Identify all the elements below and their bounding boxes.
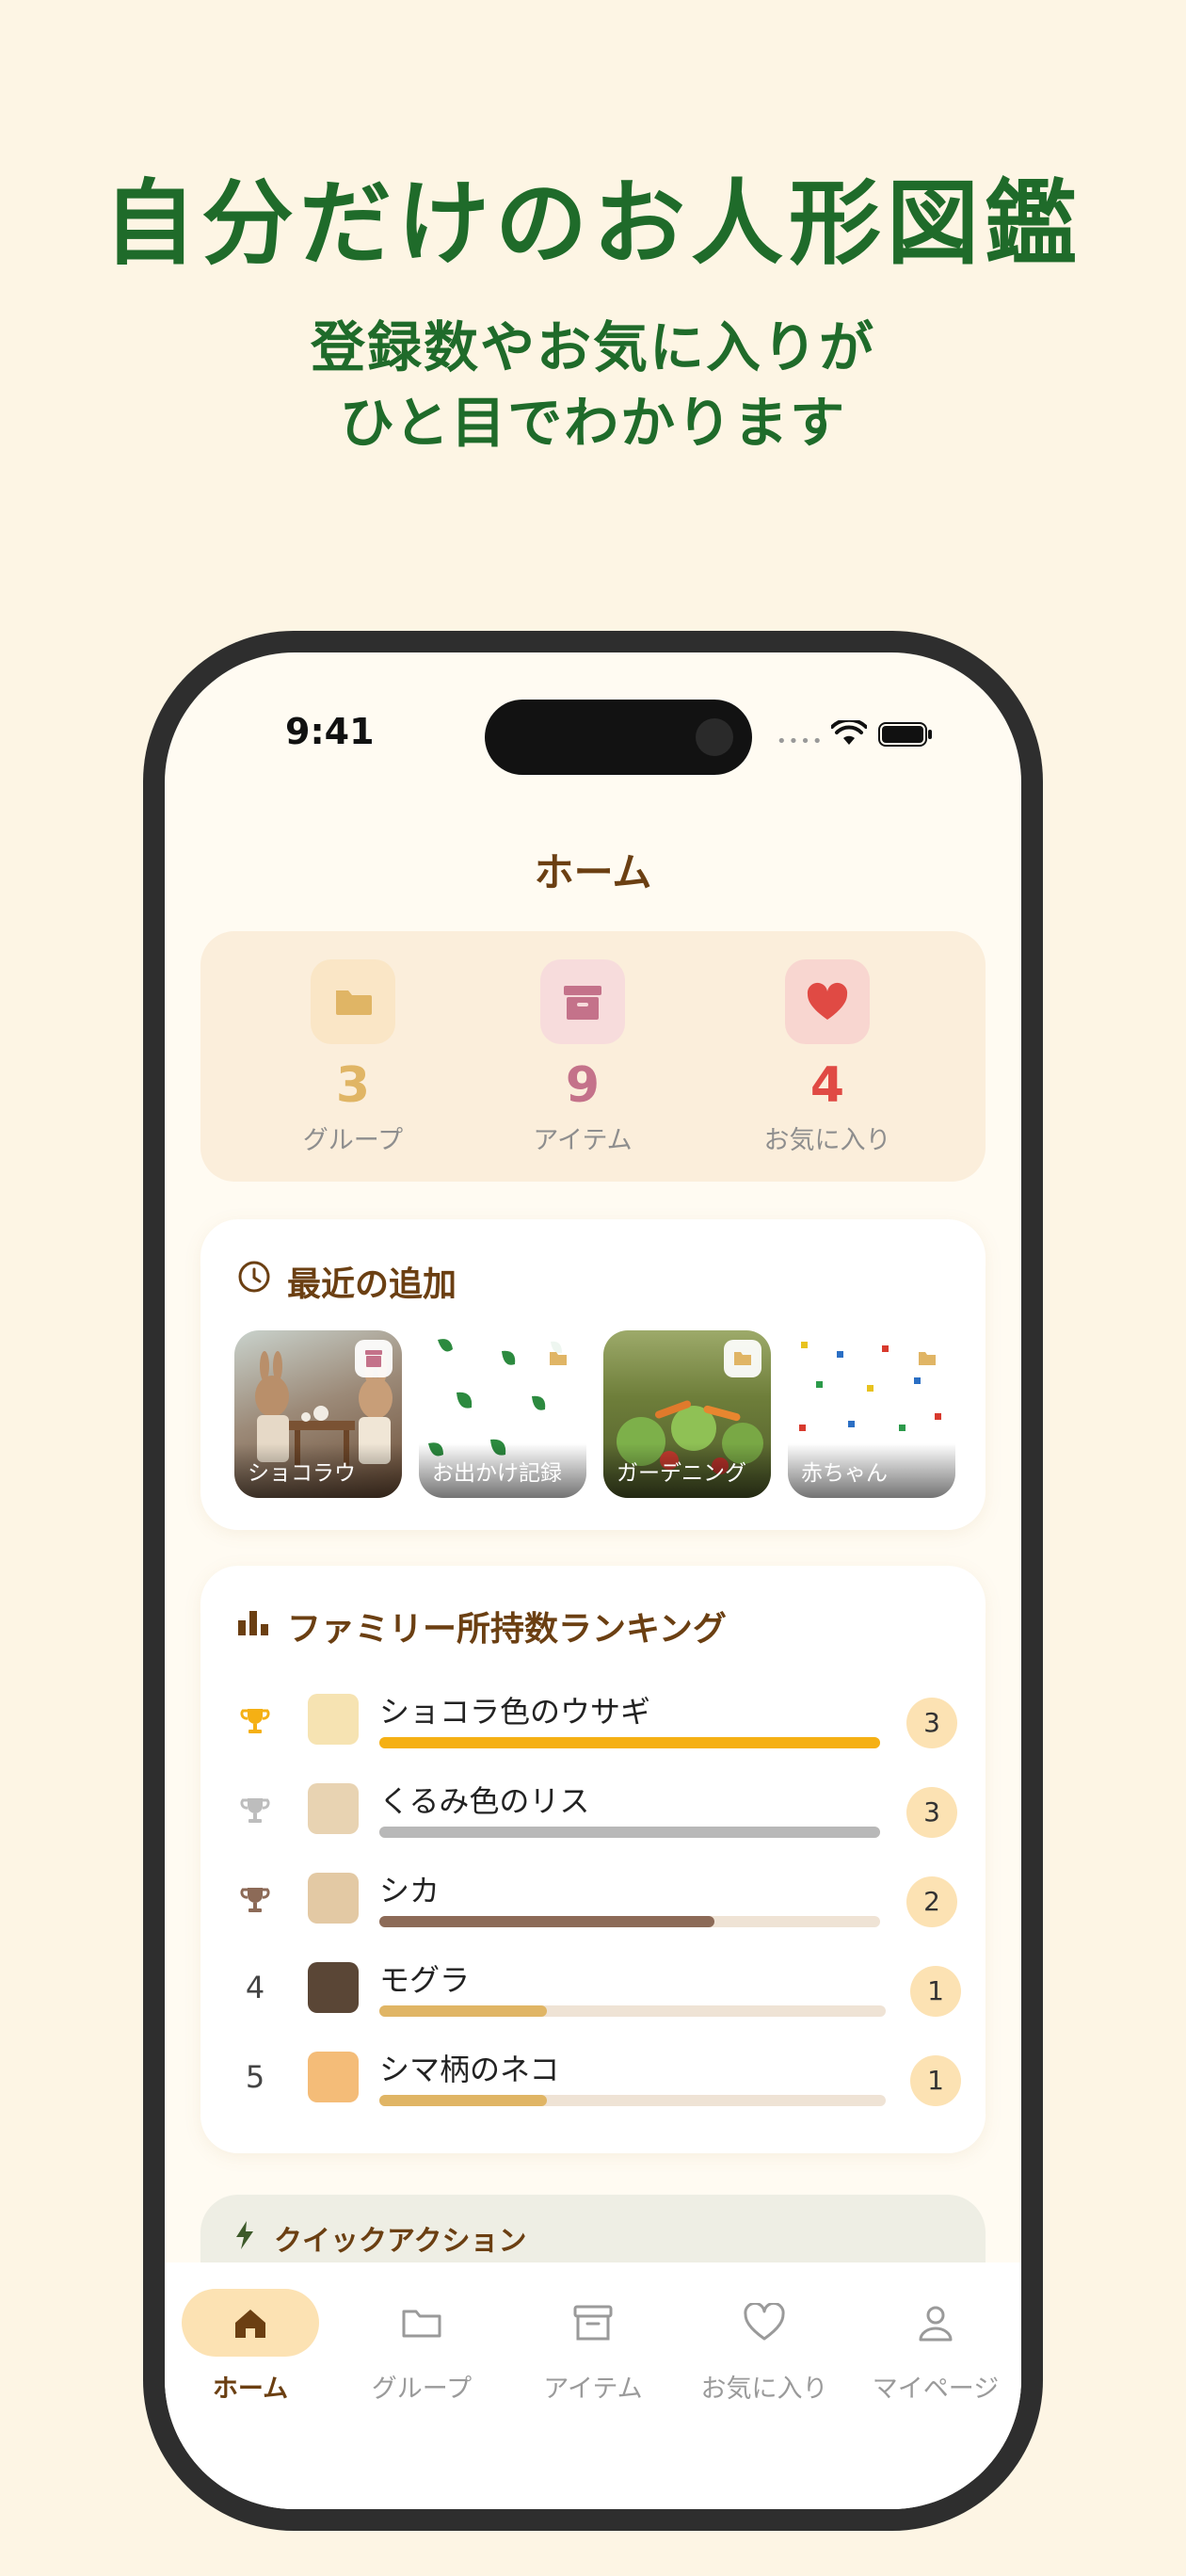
ranking-bar-fill xyxy=(379,2095,547,2106)
tab-home[interactable]: ホーム xyxy=(165,2289,336,2405)
stat-favorites[interactable]: 4 お気に入り xyxy=(705,959,950,1156)
phone-frame: 9:41 •••• ホーム 3 グループ 9 アイテム 4 お気に入り 最近の追… xyxy=(143,631,1043,2531)
stat-groups-label: グループ xyxy=(302,1126,404,1155)
ranking-row[interactable]: シカ 2 xyxy=(200,1867,986,1942)
recent-item-label: ショコラウ xyxy=(248,1461,356,1486)
mole-avatar xyxy=(308,1962,359,2013)
recent-item[interactable]: 赤ちゃん xyxy=(788,1330,955,1498)
folder-icon xyxy=(311,959,395,1044)
ranking-row[interactable]: 5 シマ柄のネコ 1 xyxy=(200,2046,986,2121)
trophy-bronze-icon xyxy=(240,1888,270,1912)
trophy-silver-icon xyxy=(240,1798,270,1823)
ranking-bar-track xyxy=(379,1827,880,1838)
ranking-row[interactable]: ショコラ色のウサギ 3 xyxy=(200,1688,986,1763)
rank-number: 5 xyxy=(245,2059,265,2095)
nav-title: ホーム xyxy=(534,849,652,895)
stat-items-value: 9 xyxy=(565,1057,601,1114)
trophy-gold-icon xyxy=(240,1709,270,1733)
tab-items-label: アイテム xyxy=(543,2375,643,2404)
person-icon xyxy=(867,2289,1004,2357)
stats-summary: 3 グループ 9 アイテム 4 お気に入り xyxy=(200,931,986,1182)
ranking-row[interactable]: くるみ色のリス 3 xyxy=(200,1778,986,1853)
recent-item-label: お出かけ記録 xyxy=(432,1461,562,1486)
ranking-bar-fill xyxy=(379,1737,880,1748)
folder-icon xyxy=(539,1340,577,1377)
tab-mypage[interactable]: マイページ xyxy=(850,2289,1021,2405)
deer-avatar xyxy=(308,1873,359,1924)
promo-subline-2: ひと目でわかります xyxy=(339,391,847,455)
folder-icon xyxy=(724,1340,761,1377)
ranking-title: ファミリー所持数ランキング xyxy=(287,1610,727,1649)
ranking-name: シマ柄のネコ xyxy=(379,2052,560,2087)
ranking-count-badge: 3 xyxy=(906,1787,957,1838)
stat-items-label: アイテム xyxy=(533,1126,633,1155)
tab-home-label: ホーム xyxy=(212,2375,289,2404)
ranking-name: シカ xyxy=(379,1873,441,1908)
ranking-bar-track xyxy=(379,1916,880,1927)
signal-dots-icon: •••• xyxy=(777,732,825,751)
recent-item-label: 赤ちゃん xyxy=(801,1461,888,1486)
archive-box-icon xyxy=(355,1340,393,1377)
app-screen: 9:41 •••• ホーム 3 グループ 9 アイテム 4 お気に入り 最近の追… xyxy=(165,652,1021,2509)
ranking-count-badge: 3 xyxy=(906,1698,957,1748)
bolt-icon xyxy=(236,2221,253,2249)
ranking-name: モグラ xyxy=(379,1962,471,1998)
home-icon xyxy=(182,2289,319,2357)
recent-additions-card: 最近の追加 ショコラウ お出かけ記録 ガーデニング 赤ちゃん xyxy=(200,1219,986,1530)
recent-item-label: ガーデニング xyxy=(617,1461,746,1486)
ranking-bar-track xyxy=(379,2005,886,2017)
clock-icon xyxy=(238,1261,270,1293)
cat-avatar xyxy=(308,2052,359,2102)
promo-subline-1: 登録数やお気に入りが xyxy=(310,315,875,379)
stat-groups-value: 3 xyxy=(335,1057,371,1114)
stat-items[interactable]: 9 アイテム xyxy=(460,959,705,1156)
ranking-name: くるみ色のリス xyxy=(379,1783,590,1819)
archive-box-icon xyxy=(540,959,625,1044)
quick-actions-title: クイックアクション xyxy=(274,2225,527,2258)
tab-mypage-label: マイページ xyxy=(872,2375,1000,2404)
tab-favorites[interactable]: お気に入り xyxy=(679,2289,850,2405)
wifi-icon xyxy=(831,720,867,745)
dynamic-island xyxy=(485,700,752,775)
tab-favorites-label: お気に入り xyxy=(700,2375,828,2404)
ranking-bar-track xyxy=(379,1737,880,1748)
ranking-count-badge: 1 xyxy=(910,2055,961,2106)
folder-icon xyxy=(353,2289,490,2357)
folder-icon xyxy=(908,1340,946,1377)
rabbit-avatar xyxy=(308,1694,359,1745)
ranking-bar-track xyxy=(379,2095,886,2106)
battery-icon xyxy=(878,722,932,747)
tab-items[interactable]: アイテム xyxy=(507,2289,679,2405)
ranking-count-badge: 2 xyxy=(906,1876,957,1927)
ranking-name: ショコラ色のウサギ xyxy=(379,1694,651,1730)
camera-lens xyxy=(696,718,733,756)
tab-bar: ホーム グループ アイテム お気に入り マイページ xyxy=(165,2262,1021,2509)
archive-box-icon xyxy=(524,2289,662,2357)
tab-groups-label: グループ xyxy=(371,2375,473,2404)
heart-icon xyxy=(785,959,870,1044)
status-icons: •••• xyxy=(777,718,932,751)
ranking-bar-fill xyxy=(379,1916,715,1927)
status-time: 9:41 xyxy=(285,711,375,752)
rank-number: 4 xyxy=(245,1970,265,2005)
family-ranking-card: ファミリー所持数ランキング ショコラ色のウサギ 3 くるみ色のリス 3 シカ 2… xyxy=(200,1566,986,2153)
squirrel-avatar xyxy=(308,1783,359,1834)
recent-item[interactable]: ガーデニング xyxy=(603,1330,771,1498)
stat-groups[interactable]: 3 グループ xyxy=(231,959,475,1156)
recent-title: 最近の追加 xyxy=(287,1265,457,1304)
recent-item[interactable]: ショコラウ xyxy=(234,1330,402,1498)
tab-groups[interactable]: グループ xyxy=(336,2289,507,2405)
ranking-bar-fill xyxy=(379,2005,547,2017)
promo-headline: 自分だけのお人形図鑑 xyxy=(103,170,1082,278)
stat-favorites-label: お気に入り xyxy=(763,1126,891,1155)
ranking-bar-fill xyxy=(379,1827,880,1838)
ranking-row[interactable]: 4 モグラ 1 xyxy=(200,1956,986,2032)
ranking-count-badge: 1 xyxy=(910,1966,961,2017)
bar-chart-icon xyxy=(238,1611,268,1635)
heart-icon xyxy=(696,2289,833,2357)
recent-item[interactable]: お出かけ記録 xyxy=(419,1330,586,1498)
stat-favorites-value: 4 xyxy=(809,1057,845,1114)
